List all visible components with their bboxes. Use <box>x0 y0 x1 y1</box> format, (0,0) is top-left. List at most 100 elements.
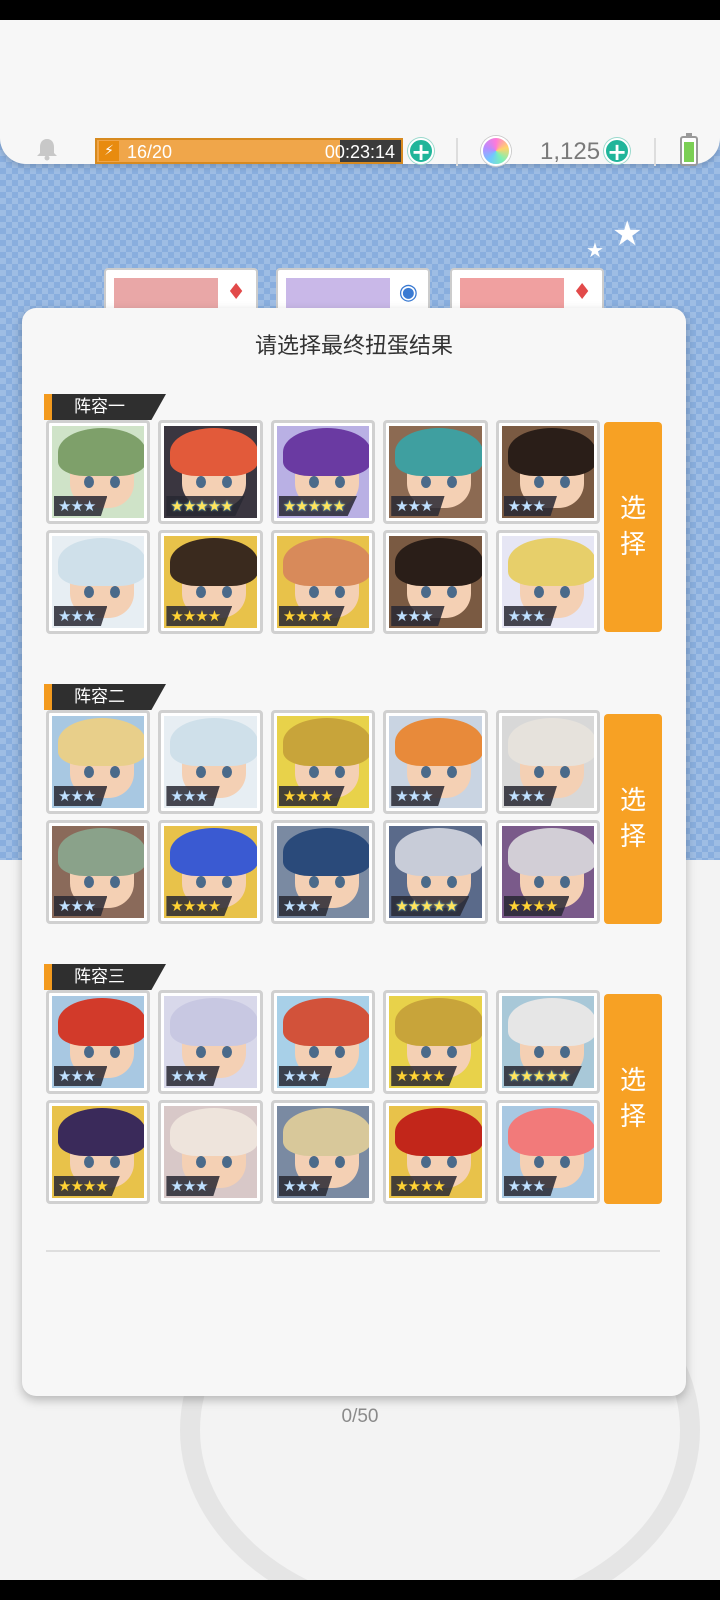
hero-hair <box>282 428 370 476</box>
hero-portrait: ★★★ <box>389 426 482 518</box>
hero-card[interactable]: ★★★ <box>46 990 151 1094</box>
select-button-label: 择 <box>619 822 646 852</box>
hero-star-rating: ★★★ <box>278 1176 333 1196</box>
hero-card[interactable]: ★★★ <box>495 1100 601 1204</box>
hero-portrait: ★★★ <box>52 426 145 518</box>
hero-card[interactable]: ★★★ <box>46 420 151 524</box>
hero-card[interactable]: ★★★★ <box>46 1100 151 1204</box>
hero-card[interactable]: ★★★★★ <box>158 420 263 524</box>
hero-hair <box>58 828 145 876</box>
hero-card[interactable]: ★★★★ <box>270 710 376 814</box>
hero-star-rating: ★★★★ <box>166 896 233 916</box>
hero-eye <box>559 1046 570 1058</box>
hero-card[interactable]: ★★★ <box>46 710 151 814</box>
hero-eye <box>559 766 570 778</box>
hero-card[interactable]: ★★★★ <box>383 1100 488 1204</box>
hero-card[interactable]: ★★★ <box>270 820 376 924</box>
add-gem-button[interactable]: + <box>604 138 630 164</box>
hero-card[interactable]: ★★★★★ <box>495 990 601 1094</box>
hero-row: ★★★★★★★★★★★★★★★★★★★ <box>46 820 601 924</box>
hero-hair <box>395 538 482 586</box>
select-button-label: 择 <box>619 1102 646 1132</box>
hero-card[interactable]: ★★★★★ <box>270 420 376 524</box>
hero-eye <box>533 1046 544 1058</box>
hero-portrait: ★★★ <box>389 536 482 628</box>
team-label-2: 阵容二 <box>44 684 166 710</box>
hero-star-rating: ★★★ <box>391 606 445 626</box>
hero-portrait: ★★★★ <box>164 536 257 628</box>
hero-star-rating: ★★★ <box>503 1176 557 1196</box>
hero-star-rating: ★★★ <box>503 786 557 806</box>
team-label-1: 阵容一 <box>44 394 166 420</box>
team-3-hero-grid: ★★★ ★★★ ★★★ ★★★★ ★★★★★ ★★★★ ★★★ ★★★ ★★★★ ★★★ <box>46 990 601 1210</box>
diamond-icon: ♦ <box>226 280 246 305</box>
hero-card[interactable]: ★★★ <box>383 420 488 524</box>
hero-card[interactable]: ★★★ <box>158 710 263 814</box>
hero-card[interactable]: ★★★★★ <box>383 820 488 924</box>
hero-eye <box>533 476 544 488</box>
hero-row: ★★★ ★★★ ★★★ ★★★★ ★★★★★ <box>46 990 601 1094</box>
hero-hair <box>58 998 145 1046</box>
hero-card[interactable]: ★★★ <box>495 710 601 814</box>
hero-hair <box>170 718 257 766</box>
hero-card[interactable]: ★★★ <box>158 1100 263 1204</box>
hero-eye <box>334 1156 345 1168</box>
hero-eye <box>110 876 120 888</box>
divider <box>654 138 656 166</box>
hero-hair <box>170 998 257 1046</box>
hero-portrait: ★★★★ <box>276 716 370 808</box>
hero-card[interactable]: ★★★ <box>158 990 263 1094</box>
hero-star-rating: ★★★ <box>391 786 445 806</box>
hero-card[interactable]: ★★★ <box>270 990 376 1094</box>
hero-card[interactable]: ★★★ <box>46 530 151 634</box>
hero-star-rating: ★★★ <box>166 1066 220 1086</box>
hero-card[interactable]: ★★★ <box>495 420 601 524</box>
hero-portrait: ★★★★ <box>501 826 595 918</box>
hero-star-rating: ★★★★ <box>278 786 345 806</box>
hero-eye <box>84 1156 94 1168</box>
hero-star-rating: ★★★ <box>503 606 557 626</box>
modal-title: 请选择最终扭蛋结果 <box>254 334 453 359</box>
hero-hair <box>395 998 482 1046</box>
hero-card[interactable]: ★★★★ <box>158 530 263 634</box>
hero-card[interactable]: ★★★★ <box>495 820 601 924</box>
hero-card[interactable]: ★★★ <box>383 530 488 634</box>
hero-eye <box>559 586 570 598</box>
hero-card[interactable]: ★★★★ <box>270 530 376 634</box>
hero-card[interactable]: ★★★ <box>46 820 151 924</box>
hero-card[interactable]: ★★★★ <box>158 820 263 924</box>
hero-card[interactable]: ★★★ <box>270 1100 376 1204</box>
hero-portrait: ★★★★★ <box>164 426 257 518</box>
hero-eye <box>110 586 120 598</box>
hero-eye <box>110 1046 120 1058</box>
modal-divider <box>46 1250 660 1252</box>
hero-hair <box>395 428 482 476</box>
hero-eye <box>308 586 319 598</box>
hero-portrait: ★★★ <box>501 536 595 628</box>
hero-portrait: ★★★★ <box>276 536 370 628</box>
hero-hair <box>507 428 595 476</box>
hero-card[interactable]: ★★★ <box>383 710 488 814</box>
hero-star-rating: ★★★ <box>54 606 108 626</box>
hero-hair <box>58 428 145 476</box>
hero-star-rating: ★★★ <box>166 786 220 806</box>
hero-eye <box>334 766 345 778</box>
hero-portrait: ★★★★★ <box>389 826 482 918</box>
hero-hair <box>282 538 370 586</box>
select-team-2-button[interactable]: 选 择 <box>604 714 662 924</box>
hero-card[interactable]: ★★★★ <box>383 990 488 1094</box>
select-button-label: 选 <box>619 1066 646 1096</box>
bell-icon[interactable] <box>34 136 60 162</box>
hero-card[interactable]: ★★★ <box>495 530 601 634</box>
hero-portrait: ★★★ <box>276 1106 370 1198</box>
select-team-1-button[interactable]: 选 择 <box>604 422 662 632</box>
add-energy-button[interactable]: + <box>408 138 434 164</box>
hero-hair <box>282 1108 370 1156</box>
select-team-3-button[interactable]: 选 择 <box>604 994 662 1204</box>
gacha-result-modal: 请选择最终扭蛋结果 阵容一 ★★★ ★★★★★ ★★★★★ ★★★ ★★★ ★★★ ★★★★… <box>22 308 686 1396</box>
hero-star-rating: ★★★ <box>166 1176 220 1196</box>
hero-star-rating: ★★★★ <box>503 896 570 916</box>
hero-eye <box>334 586 345 598</box>
hero-eye <box>334 476 345 488</box>
lightning-icon: ⚡ <box>99 141 119 161</box>
